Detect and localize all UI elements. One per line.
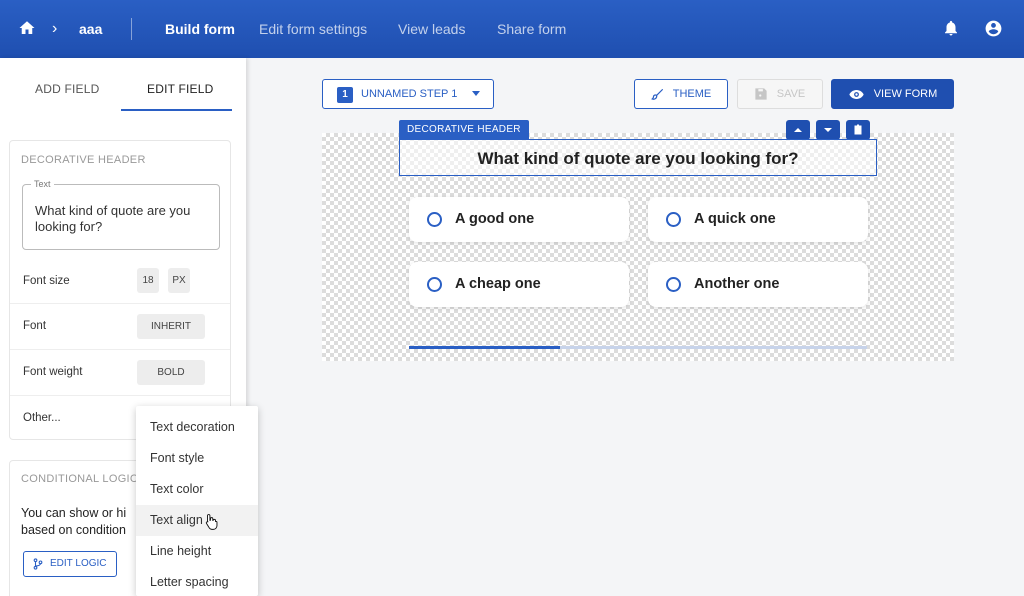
account-icon[interactable] <box>984 19 1003 38</box>
top-bar: › aaa Build form Edit form settings View… <box>0 0 1024 58</box>
edit-logic-button[interactable]: EDIT LOGIC <box>23 551 117 577</box>
option-label: A cheap one <box>455 276 541 292</box>
text-field-value[interactable]: What kind of quote are you looking for? <box>35 203 215 235</box>
font-size-row: Font size 18 PX <box>10 258 230 304</box>
font-size-input[interactable]: 18 <box>137 268 159 293</box>
option-label: Another one <box>694 276 780 292</box>
step-label: UNNAMED STEP 1 <box>361 88 458 100</box>
menu-item-letter-spacing[interactable]: Letter spacing <box>136 567 258 596</box>
font-weight-select[interactable]: BOLD <box>137 360 205 385</box>
edit-logic-label: EDIT LOGIC <box>50 558 107 569</box>
caret-down-icon <box>824 128 832 132</box>
nav-view-leads[interactable]: View leads <box>398 21 465 37</box>
branch-icon <box>33 558 43 570</box>
view-form-label: VIEW FORM <box>873 88 938 100</box>
logic-description: You can show or hi based on condition <box>21 505 141 539</box>
logic-text-line: based on condition <box>21 523 126 537</box>
save-icon <box>755 88 767 100</box>
chevron-right-icon: › <box>52 20 58 37</box>
divider <box>131 18 132 40</box>
option-label: A quick one <box>694 211 776 227</box>
nav-share-form[interactable]: Share form <box>497 21 566 37</box>
progress-fill <box>409 346 561 349</box>
option-card[interactable]: A good one <box>409 197 629 242</box>
other-label[interactable]: Other... <box>23 412 61 424</box>
radio-button[interactable] <box>666 277 681 292</box>
theme-button[interactable]: THEME <box>634 79 728 109</box>
view-form-button[interactable]: VIEW FORM <box>831 79 954 109</box>
brush-icon <box>651 89 663 100</box>
breadcrumb-form-name[interactable]: aaa <box>79 21 102 37</box>
nav-build-form[interactable]: Build form <box>165 21 235 37</box>
selected-field-tag: DECORATIVE HEADER <box>399 120 529 139</box>
caret-down-icon <box>472 91 480 96</box>
step-number: 1 <box>337 87 353 103</box>
font-size-unit[interactable]: PX <box>168 268 190 293</box>
theme-label: THEME <box>672 88 712 100</box>
tab-add-field[interactable]: ADD FIELD <box>35 82 99 96</box>
eye-icon <box>849 90 864 99</box>
active-tab-indicator <box>121 109 232 111</box>
save-label: SAVE <box>776 88 806 100</box>
trash-icon <box>854 124 862 135</box>
nav-edit-form-settings[interactable]: Edit form settings <box>259 21 367 37</box>
font-weight-label: Font weight <box>23 366 83 378</box>
move-up-button[interactable] <box>786 120 810 140</box>
radio-button[interactable] <box>666 212 681 227</box>
caret-up-icon <box>794 128 802 132</box>
decorative-header-field[interactable]: What kind of quote are you looking for? <box>399 139 877 176</box>
bell-icon[interactable] <box>942 19 960 37</box>
menu-item-text-align[interactable]: Text align <box>136 505 258 536</box>
delete-field-button[interactable] <box>846 120 870 140</box>
radio-button[interactable] <box>427 212 442 227</box>
font-row: Font INHERIT <box>10 304 230 350</box>
card-title: CONDITIONAL LOGIC <box>21 473 139 485</box>
option-card[interactable]: Another one <box>648 262 868 307</box>
hand-cursor-icon <box>205 514 218 530</box>
other-options-menu: Text decoration Font style Text color Te… <box>136 406 258 596</box>
menu-item-font-style[interactable]: Font style <box>136 443 258 474</box>
move-down-button[interactable] <box>816 120 840 140</box>
logic-text-line: You can show or hi <box>21 506 127 520</box>
menu-item-text-decoration[interactable]: Text decoration <box>136 412 258 443</box>
option-card[interactable]: A cheap one <box>409 262 629 307</box>
field-properties-card: DECORATIVE HEADER Text What kind of quot… <box>9 140 231 440</box>
menu-item-text-color[interactable]: Text color <box>136 474 258 505</box>
font-select[interactable]: INHERIT <box>137 314 205 339</box>
option-card[interactable]: A quick one <box>648 197 868 242</box>
tab-edit-field[interactable]: EDIT FIELD <box>147 82 213 96</box>
radio-button[interactable] <box>427 277 442 292</box>
card-title: DECORATIVE HEADER <box>21 154 146 166</box>
font-label: Font <box>23 320 47 332</box>
progress-bar <box>409 346 867 349</box>
font-size-label: Font size <box>23 275 70 287</box>
text-field-label: Text <box>31 179 54 189</box>
text-field[interactable]: Text What kind of quote are you looking … <box>22 179 220 250</box>
save-button[interactable]: SAVE <box>737 79 823 109</box>
option-label: A good one <box>455 211 535 227</box>
font-weight-row: Font weight BOLD <box>10 350 230 396</box>
home-icon[interactable] <box>18 19 36 37</box>
menu-item-line-height[interactable]: Line height <box>136 536 258 567</box>
step-selector[interactable]: 1 UNNAMED STEP 1 <box>322 79 494 109</box>
